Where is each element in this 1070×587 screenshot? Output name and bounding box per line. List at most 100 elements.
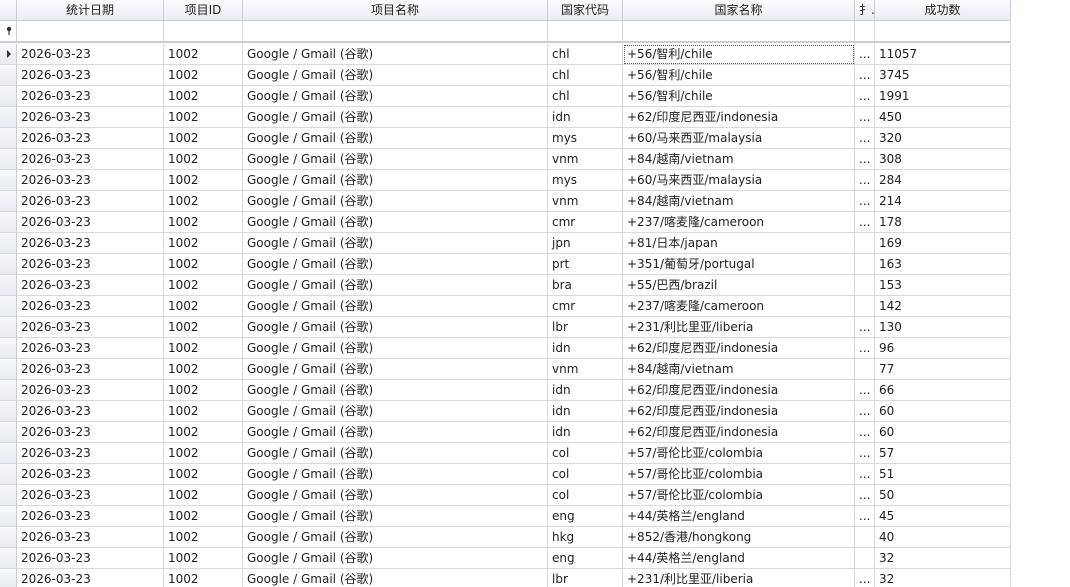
- row-indicator[interactable]: [0, 107, 17, 128]
- cell-cname[interactable]: +852/香港/hongkong: [623, 527, 855, 548]
- cell-extra[interactable]: [855, 254, 875, 275]
- cell-date[interactable]: 2026-03-23: [17, 569, 164, 587]
- cell-pid[interactable]: 1002: [164, 359, 243, 380]
- row-indicator[interactable]: [0, 338, 17, 359]
- cell-success[interactable]: 130: [875, 317, 1011, 338]
- filter-cell-pname[interactable]: [243, 21, 548, 42]
- cell-date[interactable]: 2026-03-23: [17, 443, 164, 464]
- cell-cname[interactable]: +84/越南/vietnam: [623, 149, 855, 170]
- cell-date[interactable]: 2026-03-23: [17, 149, 164, 170]
- table-row[interactable]: 2026-03-23 1002 Google / Gmail (谷歌) idn +62/…: [0, 380, 1011, 401]
- cell-date[interactable]: 2026-03-23: [17, 212, 164, 233]
- cell-date[interactable]: 2026-03-23: [17, 86, 164, 107]
- cell-pid[interactable]: 1002: [164, 44, 243, 65]
- cell-pid[interactable]: 1002: [164, 107, 243, 128]
- cell-date[interactable]: 2026-03-23: [17, 359, 164, 380]
- cell-pname[interactable]: Google / Gmail (谷歌): [243, 296, 548, 317]
- filter-cell-success[interactable]: [875, 21, 1011, 42]
- cell-extra[interactable]: ...: [855, 107, 875, 128]
- table-row[interactable]: 2026-03-23 1002 Google / Gmail (谷歌) jpn +81/…: [0, 233, 1011, 254]
- cell-extra[interactable]: ...: [855, 443, 875, 464]
- row-indicator[interactable]: [0, 212, 17, 233]
- cell-pname[interactable]: Google / Gmail (谷歌): [243, 107, 548, 128]
- cell-cname[interactable]: +56/智利/chile: [623, 86, 855, 107]
- table-row[interactable]: 2026-03-23 1002 Google / Gmail (谷歌) mys +60/…: [0, 128, 1011, 149]
- table-row[interactable]: 2026-03-23 1002 Google / Gmail (谷歌) bra +55/…: [0, 275, 1011, 296]
- cell-success[interactable]: 214: [875, 191, 1011, 212]
- row-indicator[interactable]: [0, 485, 17, 506]
- cell-pname[interactable]: Google / Gmail (谷歌): [243, 464, 548, 485]
- filter-cell-date[interactable]: [17, 21, 164, 42]
- row-indicator[interactable]: [0, 359, 17, 380]
- cell-ccode[interactable]: idn: [548, 380, 623, 401]
- cell-success[interactable]: 178: [875, 212, 1011, 233]
- filter-cell-extra[interactable]: [855, 21, 875, 42]
- table-row[interactable]: 2026-03-23 1002 Google / Gmail (谷歌) idn +62/…: [0, 338, 1011, 359]
- cell-extra[interactable]: ...: [855, 317, 875, 338]
- table-row[interactable]: 2026-03-23 1002 Google / Gmail (谷歌) mys +60/…: [0, 170, 1011, 191]
- cell-ccode[interactable]: chl: [548, 65, 623, 86]
- cell-pname[interactable]: Google / Gmail (谷歌): [243, 212, 548, 233]
- cell-pid[interactable]: 1002: [164, 317, 243, 338]
- cell-success[interactable]: 40: [875, 527, 1011, 548]
- table-row[interactable]: 2026-03-23 1002 Google / Gmail (谷歌) vnm +84/…: [0, 149, 1011, 170]
- cell-cname[interactable]: +62/印度尼西亚/indonesia: [623, 107, 855, 128]
- cell-pid[interactable]: 1002: [164, 149, 243, 170]
- cell-cname[interactable]: +62/印度尼西亚/indonesia: [623, 338, 855, 359]
- table-row[interactable]: 2026-03-23 1002 Google / Gmail (谷歌) lbr +231…: [0, 569, 1011, 587]
- table-row[interactable]: 2026-03-23 1002 Google / Gmail (谷歌) col +57/…: [0, 485, 1011, 506]
- cell-pid[interactable]: 1002: [164, 443, 243, 464]
- cell-pid[interactable]: 1002: [164, 191, 243, 212]
- cell-success[interactable]: 169: [875, 233, 1011, 254]
- table-row[interactable]: 2026-03-23 1002 Google / Gmail (谷歌) chl +56/…: [0, 44, 1011, 65]
- cell-pname[interactable]: Google / Gmail (谷歌): [243, 506, 548, 527]
- cell-extra[interactable]: ...: [855, 86, 875, 107]
- cell-pname[interactable]: Google / Gmail (谷歌): [243, 548, 548, 569]
- cell-pid[interactable]: 1002: [164, 548, 243, 569]
- cell-pname[interactable]: Google / Gmail (谷歌): [243, 254, 548, 275]
- cell-pid[interactable]: 1002: [164, 422, 243, 443]
- cell-pname[interactable]: Google / Gmail (谷歌): [243, 86, 548, 107]
- cell-extra[interactable]: [855, 275, 875, 296]
- cell-date[interactable]: 2026-03-23: [17, 485, 164, 506]
- cell-pid[interactable]: 1002: [164, 254, 243, 275]
- cell-success[interactable]: 308: [875, 149, 1011, 170]
- cell-pname[interactable]: Google / Gmail (谷歌): [243, 359, 548, 380]
- table-row[interactable]: 2026-03-23 1002 Google / Gmail (谷歌) lbr +231…: [0, 317, 1011, 338]
- cell-date[interactable]: 2026-03-23: [17, 380, 164, 401]
- cell-ccode[interactable]: chl: [548, 86, 623, 107]
- cell-pid[interactable]: 1002: [164, 338, 243, 359]
- table-row[interactable]: 2026-03-23 1002 Google / Gmail (谷歌) idn +62/…: [0, 107, 1011, 128]
- cell-date[interactable]: 2026-03-23: [17, 422, 164, 443]
- cell-pid[interactable]: 1002: [164, 212, 243, 233]
- row-indicator[interactable]: [0, 569, 17, 587]
- cell-success[interactable]: 66: [875, 380, 1011, 401]
- cell-ccode[interactable]: bra: [548, 275, 623, 296]
- cell-date[interactable]: 2026-03-23: [17, 296, 164, 317]
- cell-extra[interactable]: ...: [855, 422, 875, 443]
- table-row[interactable]: 2026-03-23 1002 Google / Gmail (谷歌) col +57/…: [0, 443, 1011, 464]
- cell-cname[interactable]: +57/哥伦比亚/colombia: [623, 485, 855, 506]
- cell-ccode[interactable]: idn: [548, 422, 623, 443]
- cell-extra[interactable]: [855, 527, 875, 548]
- cell-success[interactable]: 57: [875, 443, 1011, 464]
- table-row[interactable]: 2026-03-23 1002 Google / Gmail (谷歌) chl +56/…: [0, 65, 1011, 86]
- cell-extra[interactable]: ...: [855, 485, 875, 506]
- cell-pname[interactable]: Google / Gmail (谷歌): [243, 380, 548, 401]
- cell-success[interactable]: 50: [875, 485, 1011, 506]
- cell-extra[interactable]: [855, 296, 875, 317]
- cell-date[interactable]: 2026-03-23: [17, 170, 164, 191]
- row-indicator[interactable]: [0, 254, 17, 275]
- cell-cname[interactable]: +62/印度尼西亚/indonesia: [623, 422, 855, 443]
- cell-date[interactable]: 2026-03-23: [17, 128, 164, 149]
- cell-pname[interactable]: Google / Gmail (谷歌): [243, 527, 548, 548]
- cell-pid[interactable]: 1002: [164, 485, 243, 506]
- cell-date[interactable]: 2026-03-23: [17, 233, 164, 254]
- row-indicator[interactable]: [0, 401, 17, 422]
- row-indicator[interactable]: [0, 191, 17, 212]
- cell-pid[interactable]: 1002: [164, 401, 243, 422]
- row-indicator[interactable]: [0, 170, 17, 191]
- cell-extra[interactable]: ...: [855, 170, 875, 191]
- cell-ccode[interactable]: col: [548, 485, 623, 506]
- cell-success[interactable]: 96: [875, 338, 1011, 359]
